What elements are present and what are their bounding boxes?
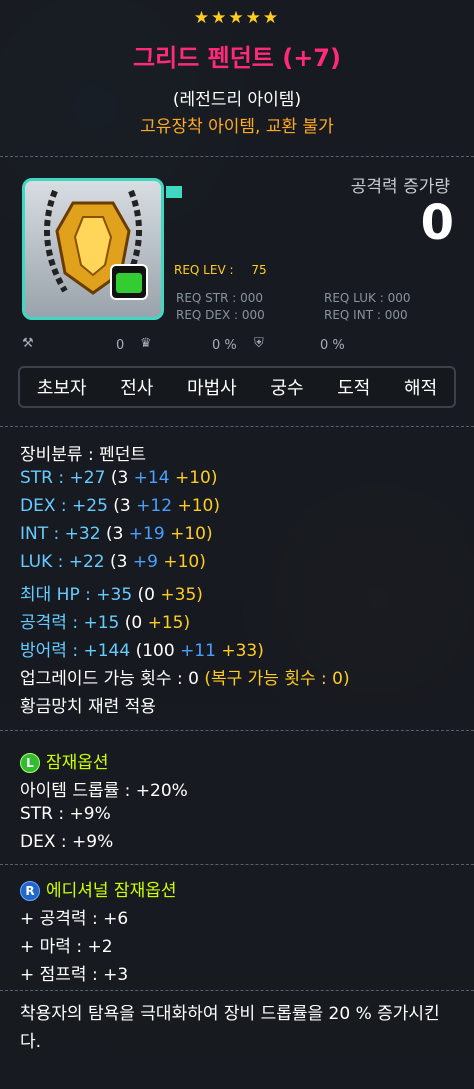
divider	[0, 864, 474, 865]
additional-line: + 공격력 : +6	[20, 909, 129, 929]
job-requirements: 초보자 전사 마법사 궁수 도적 해적	[18, 366, 456, 408]
stat-max-hp: 최대 HP : +35 (0 +35)	[20, 585, 203, 605]
req-luk: REQ LUK : 000	[324, 291, 411, 305]
upgrade-count: 업그레이드 가능 횟수 : 0 (복구 가능 횟수 : 0)	[20, 669, 350, 689]
potential-line: DEX : +9%	[20, 832, 114, 852]
job-pirate: 해적	[404, 378, 438, 399]
job-magician: 마법사	[187, 378, 237, 399]
req-level: REQ LEV : 75	[174, 263, 267, 277]
shield-icon: ⛨	[254, 336, 264, 351]
stat-attack: 공격력 : +15 (0 +15)	[20, 613, 191, 633]
legendary-badge-icon: L	[20, 753, 40, 773]
rare-badge-icon: R	[20, 881, 40, 901]
additional-potential-title: R 에디셔널 잠재옵션	[20, 876, 177, 901]
item-name: 그리드 펜던트 (+7)	[133, 44, 341, 72]
req-dex: REQ DEX : 000	[176, 308, 265, 322]
item-grade: (레전드리 아이템)	[172, 90, 302, 110]
req-str: REQ STR : 000	[176, 291, 264, 305]
job-beginner: 초보자	[36, 378, 87, 399]
flag-a-value: 0	[116, 338, 125, 353]
additional-line: + 점프력 : +3	[20, 965, 129, 985]
trade-restriction: 고유장착 아이템, 교환 불가	[140, 117, 334, 137]
potential-line: 아이템 드롭률 : +20%	[20, 781, 188, 801]
job-bowman: 궁수	[270, 378, 304, 399]
additional-line: + 마력 : +2	[20, 937, 113, 957]
potential-line: STR : +9%	[20, 804, 111, 824]
item-icon-frame	[22, 178, 164, 320]
compare-label: 공격력 증가량	[350, 177, 450, 197]
pendant-icon	[44, 189, 148, 300]
wrench-icon: ⚒	[22, 336, 34, 351]
job-warrior: 전사	[120, 378, 154, 399]
stat-luk: LUK : +22 (3 +9 +10)	[20, 552, 206, 572]
divider	[0, 156, 474, 157]
flag-c-value: 0 %	[320, 338, 345, 353]
item-tooltip: ★★★★★ 그리드 펜던트 (+7) (레전드리 아이템) 고유장착 아이템, …	[0, 0, 474, 1089]
compare-value: 0	[420, 195, 454, 251]
stat-dex: DEX : +25 (3 +12 +10)	[20, 496, 220, 516]
legendary-flag	[166, 186, 182, 198]
stat-category: 장비분류 : 펜던트	[20, 445, 147, 465]
divider	[0, 990, 474, 991]
stat-defense: 방어력 : +144 (100 +11 +33)	[20, 641, 264, 661]
golden-hammer-note: 황금망치 재련 적용	[20, 697, 156, 717]
crown-icon: ♛	[140, 336, 152, 351]
stat-int: INT : +32 (3 +19 +10)	[20, 524, 213, 544]
divider	[0, 730, 474, 731]
req-int: REQ INT : 000	[324, 308, 408, 322]
potential-title: L 잠재옵션	[20, 748, 109, 773]
stat-str: STR : +27 (3 +14 +10)	[20, 468, 218, 488]
divider	[0, 426, 474, 427]
star-force-stars: ★★★★★	[193, 8, 281, 28]
item-description: 착용자의 탐욕을 극대화하여 장비 드롭률을 20 % 증가시킨다.	[20, 1004, 440, 1052]
flag-b-value: 0 %	[212, 338, 237, 353]
job-thief: 도적	[337, 378, 371, 399]
